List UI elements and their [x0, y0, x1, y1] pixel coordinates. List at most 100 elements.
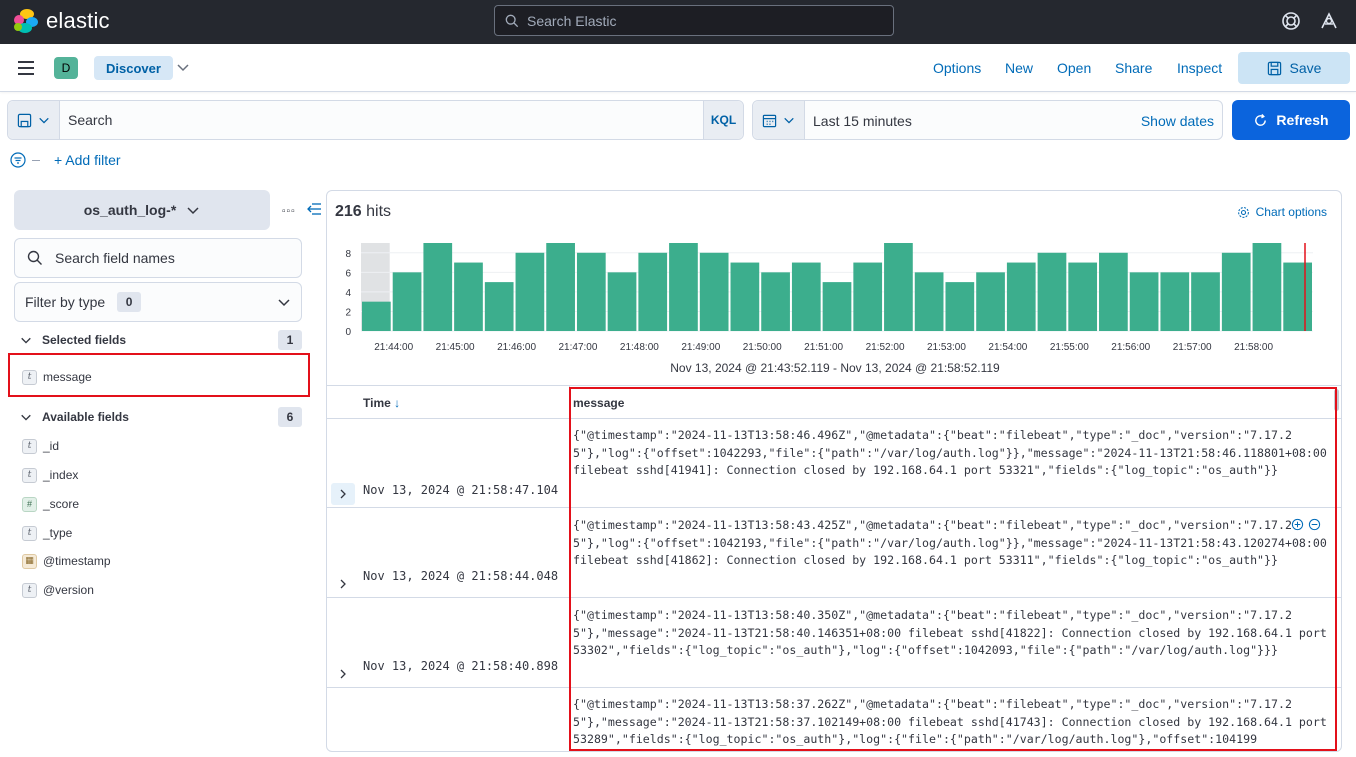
row-message: {"@timestamp":"2024-11-13T13:58:46.496Z"… [573, 428, 1327, 477]
x-tick-label: 21:52:00 [866, 342, 905, 353]
histogram-bar[interactable] [945, 282, 975, 331]
histogram-bar[interactable] [822, 282, 852, 331]
histogram-bar[interactable] [484, 282, 514, 331]
histogram-bar[interactable] [1221, 252, 1251, 331]
kql-toggle[interactable]: KQL [703, 101, 743, 139]
x-tick-label: 21:55:00 [1050, 342, 1089, 353]
global-search-input[interactable]: Search Elastic [494, 5, 894, 36]
saved-query-button[interactable] [8, 101, 60, 139]
user-menu-icon[interactable] [1318, 10, 1340, 32]
histogram-bar[interactable] [638, 252, 668, 331]
add-filter-link[interactable]: + Add filter [54, 152, 121, 168]
space-avatar[interactable]: D [54, 57, 78, 79]
expand-row-button[interactable] [331, 663, 355, 685]
selected-fields-header[interactable]: Selected fields 1 [20, 330, 302, 350]
histogram-bar[interactable] [699, 252, 729, 331]
collapse-sidebar-icon[interactable] [306, 202, 322, 216]
filter-in-icon[interactable] [1291, 518, 1304, 531]
histogram-bar[interactable] [1191, 272, 1220, 331]
time-column-header[interactable]: Time ↓ [363, 396, 400, 410]
histogram-bar[interactable] [1283, 262, 1312, 331]
histogram-bar[interactable] [730, 262, 760, 331]
histogram-bar[interactable] [607, 272, 637, 331]
x-tick-label: 21:46:00 [497, 342, 536, 353]
histogram-bar[interactable] [1099, 252, 1128, 331]
help-icon[interactable] [1280, 10, 1302, 32]
field-item-version[interactable]: t @version [22, 580, 94, 600]
more-options-icon[interactable]: ▫▫▫ [282, 206, 296, 217]
histogram-bar[interactable] [669, 243, 698, 331]
menu-icon[interactable] [18, 61, 34, 75]
chart-options-button[interactable]: Chart options [1237, 205, 1327, 219]
field-item-timestamp[interactable]: ▦ @timestamp [22, 551, 111, 571]
field-item-message[interactable]: t message [22, 367, 92, 387]
histogram-bar[interactable] [884, 243, 913, 331]
histogram-bar[interactable] [914, 272, 944, 331]
filter-icon[interactable] [10, 152, 26, 168]
chevron-down-icon [39, 117, 49, 124]
histogram-bar[interactable] [1160, 272, 1190, 331]
message-column-header[interactable]: message [573, 396, 624, 410]
inspect-link[interactable]: Inspect [1177, 60, 1222, 76]
expand-row-button[interactable] [331, 573, 355, 595]
date-picker[interactable]: Last 15 minutes Show dates [752, 100, 1223, 140]
filter-out-icon[interactable] [1308, 518, 1321, 531]
available-fields-header[interactable]: Available fields 6 [20, 407, 302, 427]
table-scrollbar[interactable] [1334, 389, 1339, 411]
expand-row-button[interactable] [331, 483, 355, 505]
filter-by-type-button[interactable]: Filter by type 0 [14, 282, 302, 322]
index-pattern-selector[interactable]: os_auth_log-* [14, 190, 270, 230]
string-type-icon: t [22, 525, 37, 541]
histogram-bar[interactable] [392, 272, 422, 331]
save-label: Save [1289, 60, 1322, 76]
calendar-icon [762, 114, 777, 127]
options-link[interactable]: Options [933, 60, 981, 76]
breadcrumb-discover[interactable]: Discover [94, 56, 173, 80]
x-tick-label: 21:54:00 [988, 342, 1027, 353]
histogram-chart[interactable]: 0 2 4 6 8 21:44:00 21:45:00 21:46:00 21:47:00 21:… [327, 235, 1342, 361]
histogram-bar[interactable] [853, 262, 883, 331]
open-link[interactable]: Open [1057, 60, 1091, 76]
share-link[interactable]: Share [1115, 60, 1152, 76]
field-item-type[interactable]: t _type [22, 523, 72, 543]
histogram-bar[interactable] [1006, 262, 1036, 331]
histogram-bar[interactable] [1068, 262, 1098, 331]
chevron-right-icon [340, 579, 346, 589]
elastic-logo[interactable]: elastic [14, 8, 110, 34]
histogram-bar[interactable] [454, 262, 483, 331]
new-link[interactable]: New [1005, 60, 1033, 76]
histogram-bar[interactable] [1252, 243, 1282, 331]
save-button[interactable]: Save [1238, 52, 1350, 84]
histogram-bar[interactable] [761, 272, 790, 331]
histogram-bar[interactable] [576, 252, 606, 331]
histogram-bar[interactable] [515, 252, 545, 331]
x-tick-label: 21:56:00 [1111, 342, 1150, 353]
field-name: message [43, 370, 92, 384]
table-row[interactable]: Nov 13, 2024 @ 21:58:44.048 {"@timestamp… [327, 509, 1341, 598]
histogram-bar[interactable] [1129, 272, 1159, 331]
histogram-bar[interactable] [791, 262, 821, 331]
filter-count-badge: 0 [117, 292, 142, 312]
chevron-down-icon[interactable] [176, 60, 190, 74]
field-item-score[interactable]: # _score [22, 494, 79, 514]
histogram-bar[interactable] [546, 243, 575, 331]
quick-menu-button[interactable] [753, 101, 805, 139]
sort-down-icon[interactable]: ↓ [394, 396, 400, 410]
histogram-bar[interactable] [1037, 252, 1067, 331]
show-dates-link[interactable]: Show dates [1141, 113, 1214, 129]
histogram-bar[interactable] [362, 301, 391, 331]
histogram-bar[interactable] [976, 272, 1005, 331]
histogram-bar[interactable] [423, 243, 453, 331]
row-timestamp: Nov 13, 2024 @ 21:58:47.104 [363, 483, 559, 497]
field-search-input[interactable]: Search field names [14, 238, 302, 278]
field-name: @timestamp [43, 554, 111, 568]
field-item-id[interactable]: t _id [22, 436, 59, 456]
x-tick-label: 21:50:00 [743, 342, 782, 353]
query-input[interactable]: Search KQL [7, 100, 744, 140]
hits-count: 216 hits [335, 203, 391, 221]
table-row[interactable]: Nov 13, 2024 @ 21:58:47.104 {"@timestamp… [327, 419, 1341, 508]
table-row[interactable]: {"@timestamp":"2024-11-13T13:58:37.262Z"… [327, 688, 1341, 751]
table-row[interactable]: Nov 13, 2024 @ 21:58:40.898 {"@timestamp… [327, 599, 1341, 688]
field-item-index[interactable]: t _index [22, 465, 78, 485]
refresh-button[interactable]: Refresh [1232, 100, 1350, 140]
